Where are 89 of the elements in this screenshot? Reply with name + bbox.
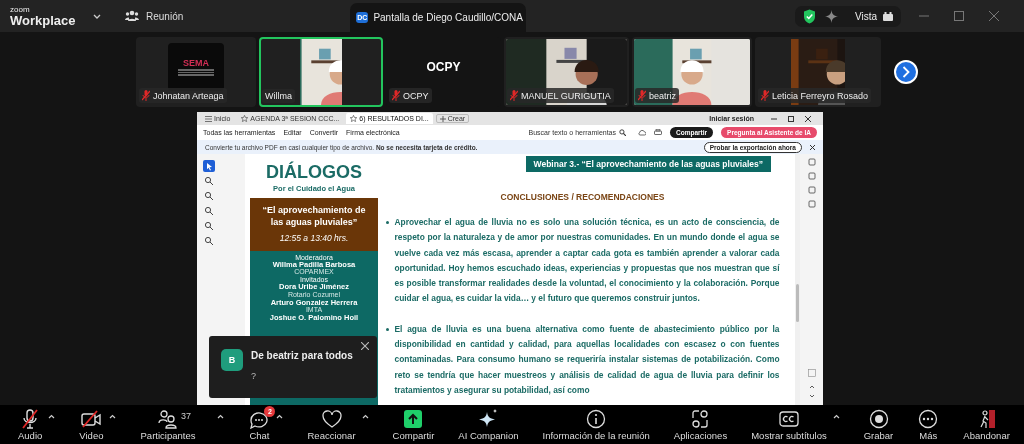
menu-icon [205,115,212,122]
shield-icon[interactable] [802,8,816,24]
heart-icon [320,408,343,429]
star-icon [350,115,358,122]
chevron-down-icon[interactable] [93,13,101,19]
minimize-icon[interactable] [771,115,777,122]
muted-microphone-icon [510,90,518,101]
chat-notification[interactable]: B De beatriz para todos ? [209,336,377,398]
avatar: B [221,349,243,371]
toolbar-button[interactable]: Compartir [392,408,435,441]
caret-icon[interactable] [361,413,369,419]
video-camera-icon [80,408,103,429]
cloud-icon[interactable] [638,129,646,136]
toolbar-button[interactable]: Información de la reunión [542,408,650,441]
bullet-icon [385,221,389,224]
caret-icon[interactable] [109,413,117,419]
scrollbar-thumb[interactable] [796,284,799,322]
video-tile[interactable]: beatriz [632,37,752,107]
sparkle-icon[interactable] [824,9,838,23]
video-tile[interactable]: Willma [259,37,383,107]
toolbar-button[interactable]: Más [917,408,940,441]
video-tile[interactable]: MANUEL GURIGUTIA [504,37,629,107]
toolbar-button[interactable]: Aplicaciones [673,408,728,441]
close-icon[interactable] [810,144,815,150]
close-icon[interactable] [361,342,369,350]
toolbar-button[interactable]: 37 Participantes [140,408,196,441]
maximize-icon[interactable] [788,115,794,122]
toolbar-button[interactable]: Reaccionar [307,408,356,441]
toolbar-button[interactable]: Audio [18,408,43,441]
view-button[interactable]: Vista [854,10,893,22]
zoom-icon[interactable] [203,220,215,232]
meeting-button[interactable]: Reunión [125,10,184,22]
info-icon [585,408,608,429]
paragraph: Aprovechar el agua de lluvia no es solo una solución técnica, es un acto de consciencia, de respeto por la naturaleza y de amor por nuestras comunidades. En un mundo donde el agua se vuelve cada vez más escasa, aprender a captar cada gota es también aprender a valorar cada oportunidad. Hoy hemos escuchado ideas, experiencias y propuestas que nos muestran que sí es posible transformar realidades desde la voluntad, el conocimiento y la colaboración. Porque cuidar el agua, es cuidar la vida… y el futuro que queremos construir juntos. [394,216,780,306]
people-icon [156,408,179,429]
people-icon [125,10,139,22]
star-icon [241,115,249,122]
notification-message: ? [251,371,257,381]
zoom-icon[interactable] [203,190,215,202]
paragraph: El agua de lluvia es una buena alternativa como fuente de abastecimiento público por la disponibilidad en cantidad y calidad, para aquellas localidades con escasez o con fuentes contaminadas. Para consumo humano se requeriría instalar sistemas de potabilización. Como reto se tendría que hacer muestreos y análisis de calidad de agua de lluvia para definir los tratamientos y asegurar su potabilidad, así como [394,322,780,397]
upload-icon [402,408,425,429]
zoom-icon[interactable] [203,205,215,217]
document-title: DIÁLOGOS [265,163,363,183]
zoom-icon[interactable] [203,235,215,247]
toolbar-button[interactable]: AI Companion [458,408,519,441]
close-icon[interactable] [805,115,811,122]
captions-icon [777,408,800,429]
caret-icon[interactable] [276,413,284,419]
printer-icon[interactable] [654,129,662,136]
muted-microphone-icon [142,90,150,101]
plus-icon [439,115,446,122]
video-tile[interactable]: Leticia Ferreyro Rosado [755,37,881,107]
tile-name: OCPY [426,60,461,74]
participant-name: beatriz [635,88,679,103]
muted-microphone-icon [392,90,400,101]
brand-label: zoom [10,5,31,14]
pointer-icon[interactable] [203,160,215,172]
share-title: Pantalla de Diego Caudillo/CONA [373,12,523,23]
video-tile[interactable]: SEMA Johnatan Arteaga [136,37,256,107]
bullet-icon [385,327,389,331]
page-nav-icon[interactable] [807,369,816,399]
event-time: 12:55 a 13:40 hrs. [279,233,349,244]
muted-microphone-icon [638,90,646,101]
participant-name: MANUEL GURIGUTIA [507,88,614,103]
search-icon [619,129,626,136]
participant-name: Leticia Ferreyro Rosado [758,88,872,103]
grid-icon [883,11,893,21]
avatar-logo: SEMA [168,43,224,91]
zoom-icon[interactable] [203,175,215,187]
participant-name: Johnatan Arteaga [139,88,227,103]
toolbar-button[interactable]: Mostrar subtítulos [751,408,827,441]
toolbar-button[interactable]: Abandonar [963,408,1010,441]
next-page-button[interactable] [894,60,918,84]
record-icon [867,408,890,429]
caret-icon[interactable] [217,413,225,419]
caret-icon[interactable] [832,413,840,419]
more-icon [917,408,940,429]
toolbar-button[interactable]: Video [79,408,104,441]
notification-title: De beatriz para todos [251,350,353,361]
muted-microphone-icon [761,90,769,101]
toolbar-button[interactable]: Grabar [863,408,894,441]
webinar-header: Webinar 3.- “El aprovechamiento de las aguas pluviales” [525,156,771,172]
section-heading: CONCLUSIONES / RECOMENDACIONES [500,192,665,202]
chevron-right-icon [902,66,910,78]
app-name: Workplace [10,13,77,27]
participant-name: OCPY [389,88,432,103]
participant-name: Willma [262,89,295,103]
event-title: “El aprovechamiento de las aguas pluviales” [261,205,367,229]
caret-icon[interactable] [48,413,56,419]
